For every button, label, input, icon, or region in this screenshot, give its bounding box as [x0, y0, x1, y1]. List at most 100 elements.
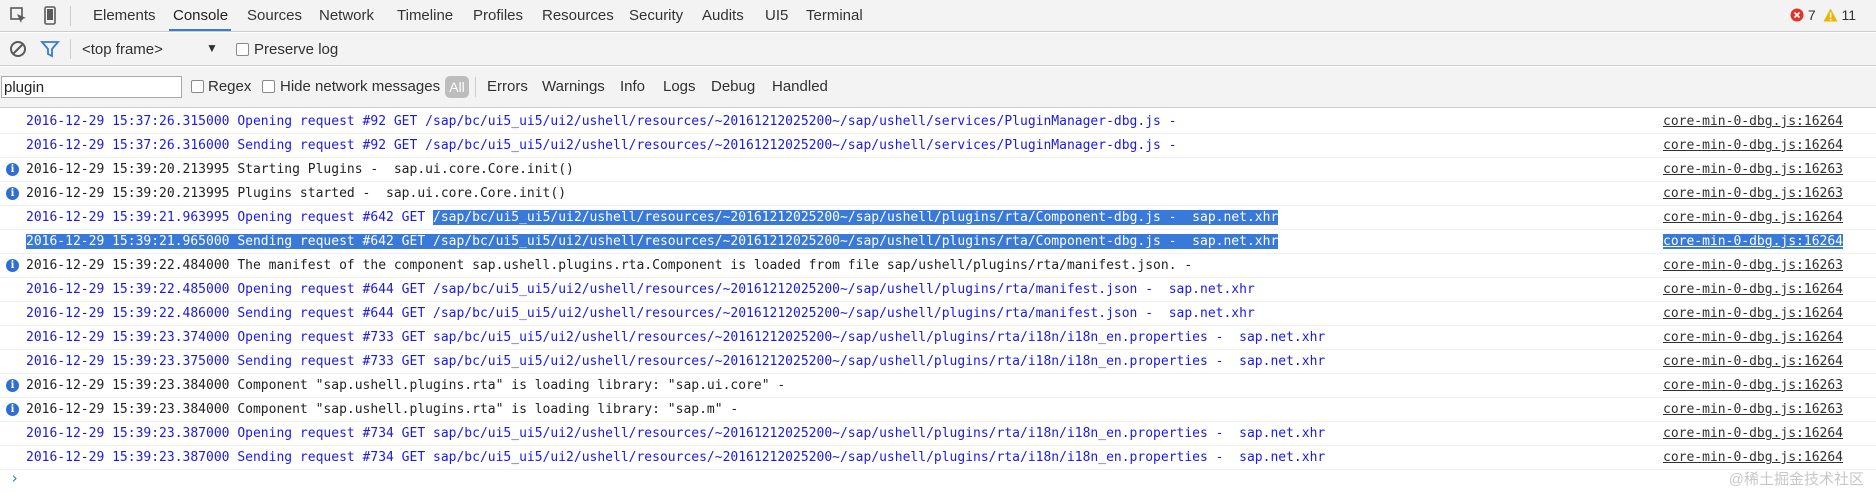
tab-audits[interactable]: Audits [702, 7, 744, 24]
source-link[interactable]: core-min-0-dbg.js:16263 [1663, 162, 1843, 177]
log-message-text: 2016-12-29 15:39:20.213995 Plugins start… [26, 186, 567, 201]
log-row[interactable]: 2016-12-29 15:37:26.316000 Sending reque… [0, 134, 1876, 158]
toolbar-divider [70, 6, 71, 26]
log-row[interactable]: i 2016-12-29 15:39:23.384000 Component "s… [0, 374, 1876, 398]
log-message-text: 2016-12-29 15:39:23.384000 Component "sa… [26, 378, 786, 393]
log-row[interactable]: i 2016-12-29 15:39:20.213995 Plugins star… [0, 182, 1876, 206]
info-icon: i [6, 187, 19, 200]
log-message: 2016-12-29 15:39:21.965000 Sending reque… [26, 234, 1279, 249]
device-mode-icon[interactable] [39, 5, 61, 27]
log-row[interactable]: i 2016-12-29 15:39:23.384000 Component "s… [0, 398, 1876, 422]
log-row[interactable]: i 2016-12-29 15:39:20.213995 Starting Plu… [0, 158, 1876, 182]
log-row[interactable]: 2016-12-29 15:39:23.387000 Opening reque… [0, 422, 1876, 446]
warning-icon [1823, 8, 1838, 25]
tab-elements[interactable]: Elements [93, 7, 156, 24]
log-message-text: 2016-12-29 15:37:26.316000 Sending reque… [26, 138, 1177, 153]
devtools-toolbar: Elements Console Sources Network Timelin… [0, 0, 1876, 32]
chevron-down-icon[interactable]: ▼ [206, 41, 218, 55]
source-link[interactable]: core-min-0-dbg.js:16264 [1663, 354, 1843, 369]
selected-text: 2016-12-29 15:39:21.965000 Sending reque… [26, 234, 1279, 249]
source-link[interactable]: core-min-0-dbg.js:16264 [1663, 138, 1843, 153]
source-link[interactable]: core-min-0-dbg.js:16263 [1663, 258, 1843, 273]
log-row[interactable]: 2016-12-29 15:37:26.315000 Opening reque… [0, 110, 1876, 134]
active-tab-indicator [169, 29, 231, 31]
log-row[interactable]: 2016-12-29 15:39:23.387000 Sending reque… [0, 446, 1876, 470]
log-row[interactable]: 2016-12-29 15:39:21.963995 Opening reque… [0, 206, 1876, 230]
tab-console[interactable]: Console [173, 7, 228, 24]
tab-ui5[interactable]: UI5 [765, 7, 788, 24]
source-link[interactable]: core-min-0-dbg.js:16264 [1663, 450, 1843, 465]
log-row[interactable]: 2016-12-29 15:39:21.965000 Sending reque… [0, 230, 1876, 254]
source-link[interactable]: core-min-0-dbg.js:16264 [1663, 282, 1843, 297]
warning-count: 11 [1841, 7, 1856, 23]
source-link[interactable]: core-min-0-dbg.js:16264 [1663, 306, 1843, 321]
source-link[interactable]: core-min-0-dbg.js:16263 [1663, 402, 1843, 417]
log-message-text: 2016-12-29 15:39:21.963995 Opening reque… [26, 210, 433, 225]
error-warning-counters[interactable]: 7 11 [1790, 7, 1856, 25]
level-debug[interactable]: Debug [711, 78, 755, 95]
log-message-text: 2016-12-29 15:39:22.486000 Sending reque… [26, 306, 1255, 321]
log-row[interactable]: 2016-12-29 15:39:22.486000 Sending reque… [0, 302, 1876, 326]
source-link[interactable]: core-min-0-dbg.js:16263 [1663, 186, 1843, 201]
log-message: 2016-12-29 15:39:23.375000 Sending reque… [26, 354, 1325, 369]
log-message: 2016-12-29 15:39:22.486000 Sending reque… [26, 306, 1255, 321]
level-errors[interactable]: Errors [487, 78, 528, 95]
log-message-text: 2016-12-29 15:39:23.384000 Component "sa… [26, 402, 739, 417]
info-icon: i [6, 259, 19, 272]
source-link[interactable]: core-min-0-dbg.js:16264 [1663, 234, 1844, 249]
filter-input[interactable] [1, 76, 182, 98]
tab-network[interactable]: Network [319, 7, 374, 24]
regex-label: Regex [208, 78, 252, 95]
error-icon [1790, 8, 1804, 25]
source-link[interactable]: core-min-0-dbg.js:16264 [1663, 114, 1843, 129]
level-logs[interactable]: Logs [663, 78, 696, 95]
watermark: @稀土掘金技术社区 [1728, 471, 1864, 488]
inspect-element-icon[interactable] [8, 5, 30, 27]
source-link[interactable]: core-min-0-dbg.js:16264 [1663, 330, 1843, 345]
source-link[interactable]: core-min-0-dbg.js:16264 [1663, 210, 1843, 225]
source-link[interactable]: core-min-0-dbg.js:16263 [1663, 378, 1843, 393]
log-row[interactable]: 2016-12-29 15:39:23.375000 Sending reque… [0, 350, 1876, 374]
log-message: 2016-12-29 15:39:23.384000 Component "sa… [26, 402, 738, 417]
hide-network-checkbox[interactable] [262, 80, 275, 93]
log-message-text: 2016-12-29 15:39:23.374000 Opening reque… [26, 330, 1326, 345]
log-message: 2016-12-29 15:39:22.485000 Opening reque… [26, 282, 1255, 297]
log-message: 2016-12-29 15:39:21.963995 Opening reque… [26, 210, 1279, 225]
frame-select[interactable]: <top frame> [82, 41, 163, 58]
log-message-text: 2016-12-29 15:39:22.484000 The manifest … [26, 258, 1193, 273]
preserve-log-checkbox[interactable] [236, 43, 249, 56]
log-message: 2016-12-29 15:39:22.484000 The manifest … [26, 258, 1192, 273]
level-divider [475, 77, 476, 97]
preserve-log-label: Preserve log [254, 41, 339, 58]
source-link[interactable]: core-min-0-dbg.js:16264 [1663, 426, 1843, 441]
level-warnings[interactable]: Warnings [542, 78, 605, 95]
log-message: 2016-12-29 15:37:26.316000 Sending reque… [26, 138, 1177, 153]
info-icon: i [6, 403, 19, 416]
tab-security[interactable]: Security [629, 7, 683, 24]
tab-timeline[interactable]: Timeline [397, 7, 453, 24]
log-row[interactable]: i 2016-12-29 15:39:22.484000 The manifest… [0, 254, 1876, 278]
log-message-text: 2016-12-29 15:37:26.315000 Opening reque… [26, 114, 1177, 129]
level-all[interactable]: All [445, 76, 469, 98]
tab-terminal[interactable]: Terminal [806, 7, 863, 24]
log-message: 2016-12-29 15:39:23.387000 Opening reque… [26, 426, 1325, 441]
console-prompt[interactable]: › [10, 469, 19, 487]
regex-checkbox[interactable] [191, 80, 204, 93]
log-row[interactable]: 2016-12-29 15:39:23.374000 Opening reque… [0, 326, 1876, 350]
level-handled[interactable]: Handled [772, 78, 828, 95]
info-icon: i [6, 163, 19, 176]
log-message: 2016-12-29 15:39:23.384000 Component "sa… [26, 378, 785, 393]
context-divider [70, 39, 71, 59]
console-filter-bar: Regex Hide network messages All Errors W… [0, 67, 1876, 108]
log-message: 2016-12-29 15:39:20.213995 Plugins start… [26, 186, 566, 201]
tab-sources[interactable]: Sources [247, 7, 302, 24]
level-info[interactable]: Info [620, 78, 645, 95]
tab-profiles[interactable]: Profiles [473, 7, 523, 24]
clear-console-icon[interactable] [8, 39, 30, 61]
console-context-bar: <top frame> ▼ Preserve log [0, 33, 1876, 66]
tab-resources[interactable]: Resources [542, 7, 614, 24]
log-row[interactable]: 2016-12-29 15:39:22.485000 Opening reque… [0, 278, 1876, 302]
log-message: 2016-12-29 15:37:26.315000 Opening reque… [26, 114, 1177, 129]
log-message: 2016-12-29 15:39:23.374000 Opening reque… [26, 330, 1325, 345]
filter-icon[interactable] [40, 39, 62, 61]
